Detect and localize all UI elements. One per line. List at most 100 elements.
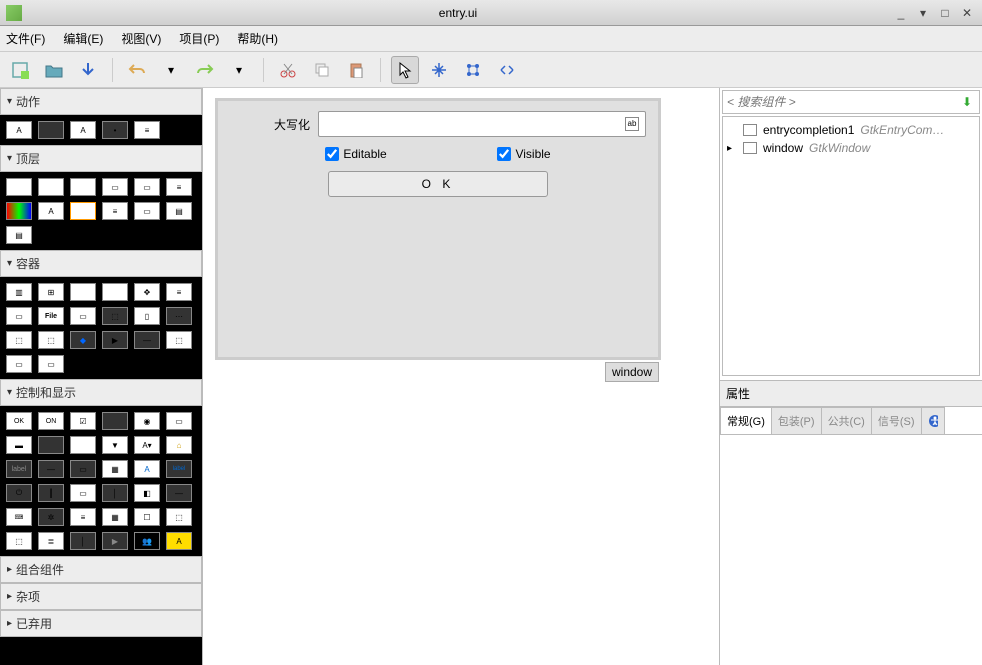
save-button[interactable] [74,56,102,84]
palette-cat-actions[interactable]: 动作 [0,88,202,115]
widget-icon[interactable]: ≡ [70,508,96,526]
widget-icon[interactable]: — [38,460,64,478]
widget-tree[interactable]: entrycompletion1 GtkEntryCom… ▸ window G… [722,116,980,376]
palette-cat-containers[interactable]: 容器 [0,250,202,277]
widget-icon[interactable]: OK [6,412,32,430]
widget-icon[interactable]: ✲ [38,508,64,526]
widget-icon[interactable]: ✥ [134,283,160,301]
widget-icon[interactable]: ⊞ [38,283,64,301]
palette-cat-toplevels[interactable]: 顶层 [0,145,202,172]
widget-icon[interactable]: ▭ [166,412,192,430]
widget-icon[interactable]: ― [134,331,160,349]
widget-icon[interactable]: ◧ [134,484,160,502]
widget-icon[interactable]: ⬚ [6,331,32,349]
widget-icon[interactable] [38,121,64,139]
widget-icon[interactable]: ▯ [134,307,160,325]
widget-icon[interactable]: ≡ [134,121,160,139]
widget-icon[interactable]: ⬚ [166,508,192,526]
widget-icon[interactable]: ― [166,484,192,502]
widget-icon[interactable] [70,178,96,196]
widget-icon[interactable] [6,178,32,196]
widget-icon[interactable]: ◆ [70,331,96,349]
widget-icon[interactable] [102,283,128,301]
widget-icon[interactable] [70,202,96,220]
widget-icon[interactable]: ≣ [38,532,64,550]
widget-icon[interactable]: A [134,460,160,478]
redo-button[interactable] [191,56,219,84]
widget-icon[interactable]: ON [38,412,64,430]
widget-icon[interactable]: ▥ [6,283,32,301]
widget-icon[interactable]: A [166,532,192,550]
open-button[interactable] [40,56,68,84]
new-button[interactable] [6,56,34,84]
cut-button[interactable] [274,56,302,84]
maximize-down-button[interactable]: ▾ [914,5,932,21]
widget-icon[interactable]: A▾ [134,436,160,454]
drag-resize-button[interactable] [425,56,453,84]
widget-icon[interactable]: ▭ [6,355,32,373]
widget-icon[interactable] [102,412,128,430]
menu-view[interactable]: 视图(V) [121,30,161,47]
tab-signals[interactable]: 信号(S) [871,407,922,434]
widget-icon[interactable]: ▤ [166,202,192,220]
tree-row-window[interactable]: ▸ window GtkWindow [727,139,975,157]
widget-icon[interactable]: ⬚ [6,532,32,550]
tab-a11y[interactable] [921,407,945,434]
tab-general[interactable]: 常规(G) [720,407,772,434]
widget-icon[interactable]: ☐ [134,508,160,526]
widget-icon[interactable]: ▦ [102,460,128,478]
widget-icon[interactable]: label [6,460,32,478]
widget-icon[interactable]: File [38,307,64,325]
align-edit-button[interactable] [493,56,521,84]
widget-icon[interactable] [38,178,64,196]
widget-icon[interactable]: ⬚ [102,307,128,325]
widget-icon[interactable]: • [102,121,128,139]
minimize-button[interactable]: _ [892,5,910,21]
widget-icon[interactable]: ▭ [6,307,32,325]
widget-icon[interactable] [70,436,96,454]
widget-icon[interactable]: ▭ [102,178,128,196]
widget-icon[interactable]: A [38,202,64,220]
tree-expander[interactable]: ▸ [727,143,737,154]
widget-icon[interactable]: ┃ [38,484,64,502]
menu-edit[interactable]: 编辑(E) [63,30,103,47]
window-name-tag[interactable]: window [605,362,659,382]
widget-icon[interactable]: ▭ [38,355,64,373]
input-method-icon[interactable]: ab [625,117,639,131]
widget-icon[interactable]: ▶ [102,331,128,349]
paste-button[interactable] [342,56,370,84]
widget-icon[interactable]: 👥 [134,532,160,550]
editable-check-input[interactable] [325,147,339,161]
widget-icon[interactable]: ⬚ [38,331,64,349]
designed-window[interactable]: 大写化 ab Editable Visible O K [215,98,661,360]
widget-icon[interactable]: ▭ [134,202,160,220]
visible-check-input[interactable] [497,147,511,161]
widget-icon[interactable]: ▭ [70,484,96,502]
widget-icon[interactable]: ▤ [6,226,32,244]
widget-icon[interactable]: A [70,121,96,139]
menu-help[interactable]: 帮助(H) [237,30,278,47]
widget-icon[interactable]: ☑ [70,412,96,430]
widget-icon[interactable] [6,202,32,220]
design-area[interactable]: 大写化 ab Editable Visible O K [209,94,713,659]
widget-icon[interactable]: ⌂ [166,436,192,454]
widget-icon[interactable] [38,436,64,454]
entry-label[interactable]: 大写化 [230,116,310,133]
widget-icon[interactable]: ▬ [6,436,32,454]
widget-icon[interactable]: ▶ [102,532,128,550]
widget-icon[interactable]: ≡ [102,202,128,220]
margin-edit-button[interactable] [459,56,487,84]
selector-button[interactable] [391,56,419,84]
widget-icon[interactable]: ◉ [134,412,160,430]
palette-cat-composite[interactable]: 组合组件 [0,556,202,583]
widget-icon[interactable]: ⬚ [166,331,192,349]
widget-icon[interactable]: ≡ [166,283,192,301]
tab-common[interactable]: 公共(C) [821,407,872,434]
tab-packing[interactable]: 包装(P) [771,407,822,434]
widget-icon[interactable]: │ [70,532,96,550]
editable-checkbox[interactable]: Editable [325,147,386,161]
redo-menu-button[interactable]: ▾ [225,56,253,84]
widget-icon[interactable]: ▭ [70,307,96,325]
copy-button[interactable] [308,56,336,84]
close-button[interactable]: ✕ [958,5,976,21]
